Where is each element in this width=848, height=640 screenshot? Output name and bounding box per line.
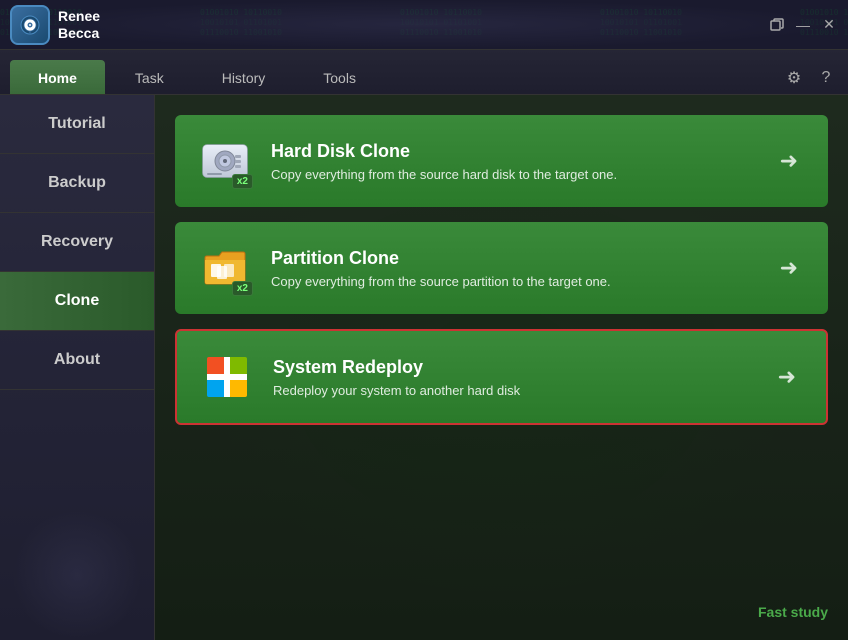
nav-right-controls: ⚙ ?	[782, 66, 838, 94]
system-redeploy-title: System Redeploy	[273, 357, 762, 378]
window-controls: — ✕	[768, 16, 838, 34]
tab-home[interactable]: Home	[10, 60, 105, 94]
sidebar-item-recovery[interactable]: Recovery	[0, 213, 154, 272]
hard-disk-clone-card[interactable]: x2 Hard Disk Clone Copy everything from …	[175, 115, 828, 207]
system-redeploy-icon	[197, 347, 257, 407]
tab-task[interactable]: Task	[107, 62, 192, 94]
close-button[interactable]: ✕	[820, 16, 838, 34]
tab-history[interactable]: History	[194, 62, 294, 94]
sidebar: Tutorial Backup Recovery Clone About	[0, 95, 155, 640]
partition-clone-arrow: ➜	[780, 255, 798, 281]
hard-disk-clone-arrow: ➜	[780, 148, 798, 174]
hard-disk-clone-title: Hard Disk Clone	[271, 141, 764, 162]
system-redeploy-text: System Redeploy Redeploy your system to …	[273, 357, 762, 398]
restore-button[interactable]	[768, 16, 786, 34]
hard-disk-clone-icon: x2	[195, 131, 255, 191]
partition-clone-text: Partition Clone Copy everything from the…	[271, 248, 764, 289]
partition-clone-title: Partition Clone	[271, 248, 764, 269]
title-bar: R Renee Becca — ✕	[0, 0, 848, 50]
content-area: x2 Hard Disk Clone Copy everything from …	[155, 95, 848, 640]
partition-clone-desc: Copy everything from the source partitio…	[271, 274, 764, 289]
hard-disk-clone-desc: Copy everything from the source hard dis…	[271, 167, 764, 182]
app-branding: R Renee Becca	[10, 5, 100, 45]
hard-disk-clone-text: Hard Disk Clone Copy everything from the…	[271, 141, 764, 182]
minimize-button[interactable]: —	[794, 16, 812, 34]
system-redeploy-card[interactable]: System Redeploy Redeploy your system to …	[175, 329, 828, 425]
hard-disk-badge: x2	[232, 174, 253, 189]
sidebar-item-tutorial[interactable]: Tutorial	[0, 95, 154, 154]
system-redeploy-arrow: ➜	[778, 364, 796, 390]
tab-tools[interactable]: Tools	[295, 62, 384, 94]
main-content: Tutorial Backup Recovery Clone About	[0, 95, 848, 640]
fast-study-link[interactable]: Fast study	[758, 604, 828, 620]
settings-button[interactable]: ⚙	[782, 66, 806, 90]
app-name: Renee Becca	[58, 8, 100, 42]
system-redeploy-desc: Redeploy your system to another hard dis…	[273, 383, 762, 398]
sidebar-item-clone[interactable]: Clone	[0, 272, 154, 331]
sidebar-item-backup[interactable]: Backup	[0, 154, 154, 213]
app-logo: R	[10, 5, 50, 45]
nav-tabs: Home Task History Tools	[10, 60, 384, 94]
nav-bar: Home Task History Tools ⚙ ?	[0, 50, 848, 95]
help-button[interactable]: ?	[814, 66, 838, 90]
partition-badge: x2	[232, 281, 253, 296]
partition-clone-icon: x2	[195, 238, 255, 298]
partition-clone-card[interactable]: x2 Partition Clone Copy everything from …	[175, 222, 828, 314]
sidebar-item-about[interactable]: About	[0, 331, 154, 390]
